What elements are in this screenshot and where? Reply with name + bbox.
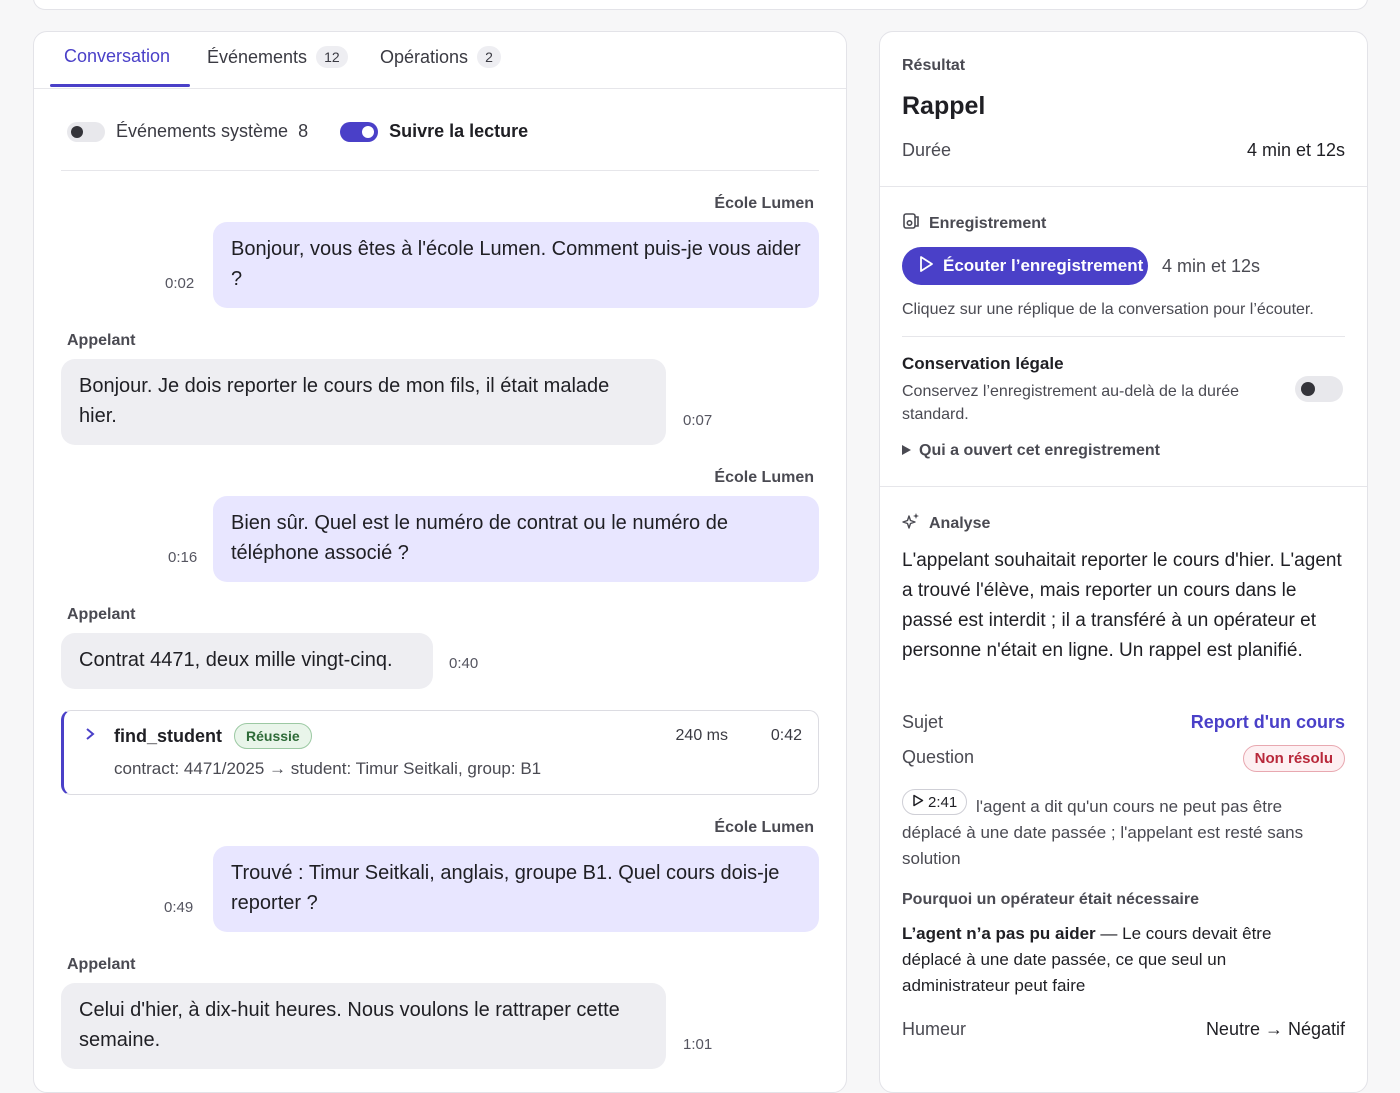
legal-hold-toggle[interactable]	[1295, 376, 1343, 402]
speaker-label: Appelant	[67, 956, 136, 973]
quote-text: l'agent a dit qu'un cours ne peut pas êt…	[902, 797, 1304, 868]
mood-label: Humeur	[902, 1019, 967, 1039]
legal-hold-title: Conservation légale	[902, 354, 1064, 373]
sparkles-icon	[902, 512, 920, 535]
tab-events[interactable]: Événements 12	[207, 46, 348, 68]
speaker-label: Appelant	[67, 606, 136, 623]
recording-header: Enregistrement	[902, 212, 1046, 235]
who-opened-label: Qui a ouvert cet enregistrement	[919, 442, 1160, 459]
play-icon	[918, 255, 934, 278]
analysis-summary: L'appelant souhaitait reporter le cours …	[902, 550, 1342, 661]
filters-row: Événements système 8 Suivre la lecture	[67, 121, 528, 142]
message-time[interactable]: 0:40	[449, 655, 478, 672]
play-recording-button[interactable]: Écouter l’enregistrement	[902, 247, 1148, 285]
divider	[902, 336, 1345, 337]
divider	[61, 170, 819, 171]
tool-detail: contract: 4471/2025 → student: Timur Sei…	[114, 759, 542, 778]
divider	[880, 486, 1367, 487]
conversation-panel: Conversation Événements 12 Opérations 2 …	[33, 31, 847, 1093]
speaker-label: École Lumen	[714, 819, 814, 836]
tab-conversation[interactable]: Conversation	[64, 46, 170, 67]
previous-card	[33, 0, 1368, 10]
tab-operations[interactable]: Opérations 2	[380, 46, 501, 68]
duration-row: Durée 4 min et 12s	[902, 140, 1345, 161]
message-time[interactable]: 0:02	[165, 275, 194, 292]
caller-message[interactable]: Bonjour. Je dois reporter le cours de mo…	[61, 359, 666, 445]
divider	[880, 186, 1367, 187]
speaker-label: Appelant	[67, 332, 136, 349]
subject-label: Sujet	[902, 712, 944, 732]
recording-length: 4 min et 12s	[1162, 256, 1261, 276]
subject-row: Sujet Report d'un cours	[902, 712, 1345, 733]
tool-duration: 240 ms	[675, 727, 728, 744]
question-label: Question	[902, 747, 975, 767]
tool-call-card[interactable]: find_student Réussie 240 ms 0:42 contrac…	[61, 710, 819, 795]
mood-row: Humeur Neutre → Négatif	[902, 1019, 1345, 1040]
chevron-right-icon[interactable]	[84, 725, 96, 746]
active-tab-indicator	[50, 84, 190, 87]
message-time[interactable]: 0:16	[168, 549, 197, 566]
analysis-header: Analyse	[902, 512, 990, 535]
who-opened-disclosure[interactable]: Qui a ouvert cet enregistrement	[902, 442, 1160, 460]
agent-message[interactable]: Trouvé : Timur Seitkali, anglais, groupe…	[213, 846, 819, 932]
system-events-label: Événements système	[116, 121, 289, 141]
system-events-count: 8	[298, 121, 309, 141]
result-value: Rappel	[902, 92, 986, 120]
message-time[interactable]: 0:49	[164, 899, 193, 916]
tab-label: Opérations	[380, 46, 469, 67]
agent-message[interactable]: Bien sûr. Quel est le numéro de contrat …	[213, 496, 819, 582]
tab-bar: Conversation Événements 12 Opérations 2	[34, 32, 846, 89]
tab-count: 12	[316, 46, 348, 68]
duration-label: Durée	[902, 140, 952, 160]
message-time[interactable]: 1:01	[683, 1036, 712, 1053]
why-operator-reason: L’agent n’a pas pu aider	[902, 924, 1096, 943]
tab-label: Conversation	[64, 46, 171, 66]
legal-hold-description: Conservez l’enregistrement au-delà de la…	[902, 383, 1240, 423]
tool-name: find_student	[114, 726, 222, 746]
recording-label: Enregistrement	[929, 214, 1047, 232]
mood-value: Neutre → Négatif	[1205, 1019, 1345, 1039]
play-recording-label: Écouter l’enregistrement	[943, 256, 1144, 275]
tab-label: Événements	[207, 46, 308, 67]
triangle-right-icon	[902, 442, 911, 460]
message-time[interactable]: 0:07	[683, 412, 712, 429]
result-label: Résultat	[902, 57, 966, 74]
speaker-label: École Lumen	[714, 469, 814, 486]
caller-message[interactable]: Celui d'hier, à dix-huit heures. Nous vo…	[61, 983, 666, 1069]
system-events-toggle[interactable]	[67, 121, 105, 142]
recording-icon	[902, 212, 920, 235]
why-operator-text: L’agent n’a pas pu aider — Le cours deva…	[902, 921, 1322, 999]
why-operator-heading: Pourquoi un opérateur était nécessaire	[902, 891, 1199, 908]
agent-message[interactable]: Bonjour, vous êtes à l'école Lumen. Comm…	[213, 222, 819, 308]
details-panel: Résultat Rappel Durée 4 min et 12s Enreg…	[879, 31, 1368, 1093]
speaker-label: École Lumen	[714, 195, 814, 212]
unresolved-badge: Non résolu	[1242, 745, 1345, 772]
analysis-label: Analyse	[929, 514, 991, 532]
tab-count: 2	[477, 46, 501, 68]
tool-time: 0:42	[770, 727, 802, 744]
follow-playback-toggle[interactable]	[340, 121, 379, 142]
subject-link[interactable]: Report d'un cours	[1191, 712, 1345, 733]
recording-hint: Cliquez sur une réplique de la conversat…	[902, 301, 1314, 318]
duration-value: 4 min et 12s	[1246, 140, 1345, 160]
status-badge: Réussie	[234, 723, 312, 749]
caller-message[interactable]: Contrat 4471, deux mille vingt-cinq.	[61, 633, 433, 689]
follow-playback-label: Suivre la lecture	[389, 121, 529, 141]
